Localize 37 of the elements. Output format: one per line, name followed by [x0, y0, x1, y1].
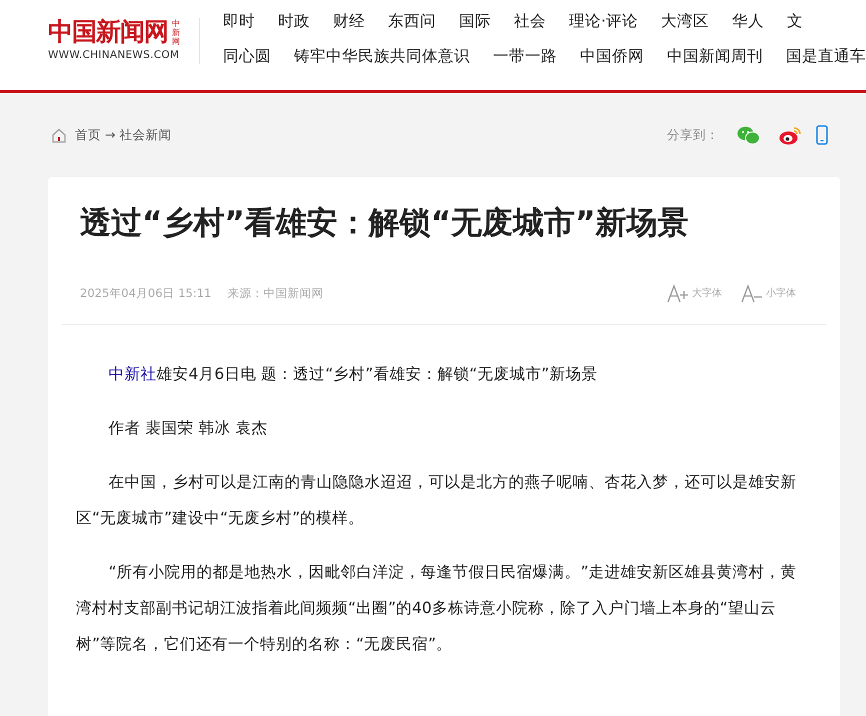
paragraph: 中新社雄安4月6日电 题：透过“乡村”看雄安：解锁“无废城市”新场景: [108, 364, 598, 385]
nav-link[interactable]: 华人: [732, 10, 764, 32]
home-icon[interactable]: [52, 128, 66, 142]
logo[interactable]: 中国新闻网: [48, 18, 168, 46]
nav-link[interactable]: 国际: [459, 10, 491, 32]
paragraph: 作者 裴国荣 韩冰 袁杰: [108, 418, 268, 439]
paragraph: 在中国，乡村可以是江南的青山隐隐水迢迢，可以是北方的燕子呢喃、杏花入梦，还可以是雄安新区“无废城市”建设中“无废乡村”的模样。: [76, 472, 798, 529]
nav-link[interactable]: 一带一路: [493, 45, 557, 67]
nav-link[interactable]: 国是直通车: [786, 45, 866, 67]
nav-link[interactable]: 时政: [278, 10, 310, 32]
text-larger-icon: [666, 284, 688, 304]
nav-link[interactable]: 社会: [514, 10, 546, 32]
paragraph: “所有小院用的都是地热水，因毗邻白洋淀，每逢节假日民宿爆满。”走进雄安新区雄县黄湾村，黄湾村村支部副书记胡江波指着此间频频“出圈”的40多栋诗意小院称，除了入户门墙上本身的“望山云树”等院名，它们还有一个特别的名称：“无废民宿”。: [76, 562, 798, 655]
article-source: 来源：中国新闻网: [227, 284, 324, 302]
news-agency-link[interactable]: 中新社: [108, 365, 157, 383]
nav-link[interactable]: 中国侨网: [580, 45, 644, 67]
nav-link[interactable]: 同心圆: [223, 45, 271, 67]
publish-date: 2025年04月06日 15:11: [80, 284, 212, 302]
nav-link[interactable]: 理论·评论: [569, 10, 638, 32]
breadcrumb-link[interactable]: 首页: [75, 126, 101, 144]
nav-link[interactable]: 财经: [333, 10, 365, 32]
nav-link[interactable]: 即时: [223, 10, 255, 32]
site-url: WWW.CHINANEWS.COM: [48, 48, 180, 63]
wechat-icon[interactable]: [737, 126, 760, 144]
share-label: 分享到：: [667, 126, 719, 144]
breadcrumb-arrow: →: [105, 126, 116, 144]
nav-link[interactable]: 大湾区: [660, 10, 709, 32]
nav-link[interactable]: 文: [786, 10, 803, 32]
logo-mark: 中新网: [172, 18, 181, 46]
text-smaller-icon: [740, 284, 762, 304]
nav-link[interactable]: 东西问: [388, 10, 436, 32]
nav-link[interactable]: 铸牢中华民族共同体意识: [294, 45, 470, 67]
weibo-icon[interactable]: [779, 126, 802, 144]
breadcrumb-link[interactable]: 社会新闻: [119, 126, 172, 144]
nav-link[interactable]: 中国新闻周刊: [667, 45, 763, 67]
mobile-phone-icon[interactable]: [816, 125, 828, 145]
article-title: 透过“乡村”看雄安：解锁“无废城市”新场景: [79, 204, 690, 243]
